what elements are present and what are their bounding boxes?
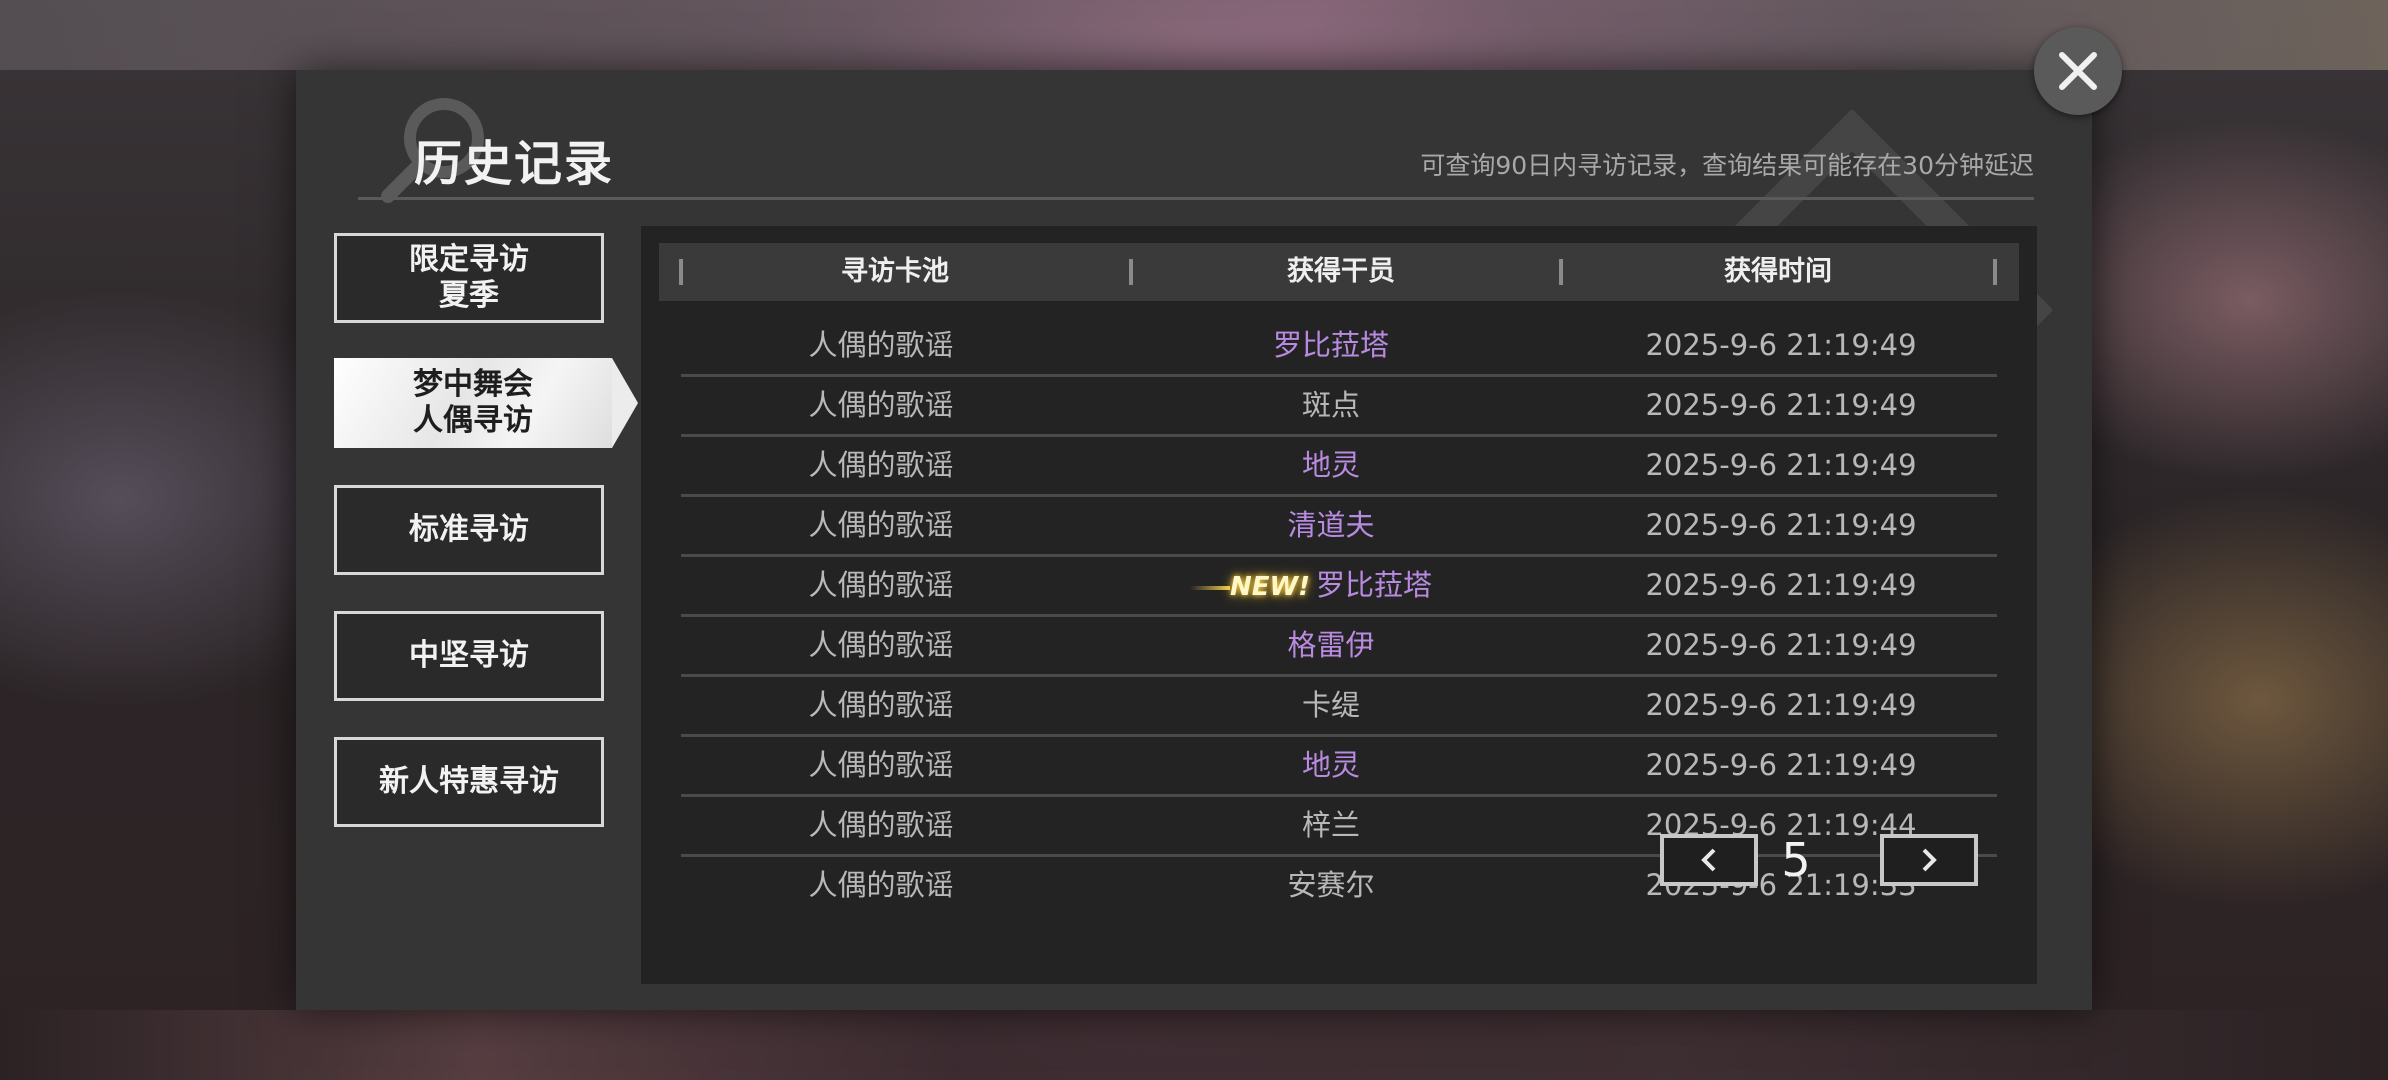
table-row: 人偶的歌谣 NEW! 罗比菈塔 2025-9-6 21:19:49 [681, 557, 1997, 617]
cell-operator: 地灵 [1111, 737, 1551, 794]
tab-mid-tier[interactable]: 中坚寻访 [334, 611, 604, 701]
cell-time: 2025-9-6 21:19:49 [1645, 508, 1917, 542]
cell-operator: 卡缇 [1111, 677, 1551, 734]
operator-name: 清道夫 [1287, 508, 1375, 542]
table-row: 人偶的歌谣 斑点 2025-9-6 21:19:49 [681, 377, 1997, 437]
header-separator [1993, 259, 1997, 285]
cell-pool: 人偶的歌谣 [808, 628, 954, 662]
cell-pool: 人偶的歌谣 [808, 448, 954, 482]
cell-operator: 清道夫 [1111, 497, 1551, 554]
page-number: 5 [1781, 833, 1811, 887]
prev-page-button[interactable] [1660, 834, 1758, 886]
table-header: 寻访卡池 获得干员 获得时间 [659, 243, 2019, 301]
table-row: 人偶的歌谣 罗比菈塔 2025-9-6 21:19:49 [681, 317, 1997, 377]
cell-time: 2025-9-6 21:19:49 [1645, 748, 1917, 782]
tab-label: 新人特惠寻访 [379, 764, 559, 799]
operator-name: 斑点 [1301, 388, 1360, 422]
tab-label: 梦中舞会 人偶寻访 [413, 367, 533, 438]
cell-time: 2025-9-6 21:19:49 [1645, 688, 1917, 722]
background-bottom-strip [0, 1010, 2388, 1080]
cell-operator: 斑点 [1111, 377, 1551, 434]
cell-time: 2025-9-6 21:19:49 [1645, 448, 1917, 482]
tab-label: 标准寻访 [409, 512, 529, 547]
close-button[interactable] [2034, 27, 2122, 115]
cell-operator: 地灵 [1111, 437, 1551, 494]
operator-name: 罗比菈塔 [1272, 328, 1389, 362]
history-panel: 历史记录 可查询90日内寻访记录，查询结果可能存在30分钟延迟 限定寻访 夏季 … [296, 70, 2092, 1010]
next-page-button[interactable] [1880, 834, 1978, 886]
title-divider [358, 197, 2034, 200]
table-row: 人偶的歌谣 卡缇 2025-9-6 21:19:49 [681, 677, 1997, 737]
cell-pool: 人偶的歌谣 [808, 868, 954, 902]
query-notice: 可查询90日内寻访记录，查询结果可能存在30分钟延迟 [1420, 151, 2034, 180]
cell-pool: 人偶的歌谣 [808, 568, 954, 602]
tab-label: 限定寻访 夏季 [409, 242, 529, 313]
cell-operator: 格雷伊 [1111, 617, 1551, 674]
operator-name: 梓兰 [1301, 808, 1360, 842]
table-row: 人偶的歌谣 地灵 2025-9-6 21:19:49 [681, 737, 1997, 797]
page-title: 历史记录 [414, 136, 615, 192]
operator-name: 罗比菈塔 [1316, 568, 1433, 602]
column-header-pool: 寻访卡池 [841, 256, 949, 287]
operator-name: 安赛尔 [1287, 868, 1375, 902]
cell-time: 2025-9-6 21:19:49 [1645, 568, 1917, 602]
cell-operator: 安赛尔 [1111, 857, 1551, 914]
cell-operator: 罗比菈塔 [1111, 317, 1551, 374]
table-row: 人偶的歌谣 地灵 2025-9-6 21:19:49 [681, 437, 1997, 497]
close-icon [2059, 52, 2097, 90]
table-row: 人偶的歌谣 清道夫 2025-9-6 21:19:49 [681, 497, 1997, 557]
tab-dream-ball[interactable]: 梦中舞会 人偶寻访 [334, 358, 638, 448]
cell-time: 2025-9-6 21:19:49 [1645, 388, 1917, 422]
tab-label: 中坚寻访 [409, 638, 529, 673]
history-table: 寻访卡池 获得干员 获得时间 人偶的歌谣 罗比菈塔 2025-9-6 21:19:4… [641, 226, 2037, 984]
operator-name: 地灵 [1301, 748, 1360, 782]
cell-pool: 人偶的歌谣 [808, 748, 954, 782]
tab-newcomer[interactable]: 新人特惠寻访 [334, 737, 604, 827]
cell-pool: 人偶的歌谣 [808, 808, 954, 842]
column-header-time: 获得时间 [1724, 256, 1832, 287]
table-row: 人偶的歌谣 格雷伊 2025-9-6 21:19:49 [681, 617, 1997, 677]
tab-limited-summer[interactable]: 限定寻访 夏季 [334, 233, 604, 323]
cell-pool: 人偶的歌谣 [808, 688, 954, 722]
tab-standard[interactable]: 标准寻访 [334, 485, 604, 575]
cell-pool: 人偶的歌谣 [808, 328, 954, 362]
operator-name: 卡缇 [1301, 688, 1360, 722]
cell-time: 2025-9-6 21:19:49 [1645, 328, 1917, 362]
cell-operator: NEW! 罗比菈塔 [1111, 557, 1551, 614]
cell-operator: 梓兰 [1111, 797, 1551, 854]
new-badge: NEW! [1189, 559, 1310, 616]
background-top-strip [0, 0, 2388, 70]
chevron-left-icon [1701, 848, 1716, 872]
cell-time: 2025-9-6 21:19:49 [1645, 628, 1917, 662]
cell-pool: 人偶的歌谣 [808, 388, 954, 422]
cell-pool: 人偶的歌谣 [808, 508, 954, 542]
chevron-right-icon [1922, 848, 1937, 872]
operator-name: 地灵 [1301, 448, 1360, 482]
column-header-operator: 获得干员 [1287, 256, 1395, 287]
operator-name: 格雷伊 [1287, 628, 1375, 662]
